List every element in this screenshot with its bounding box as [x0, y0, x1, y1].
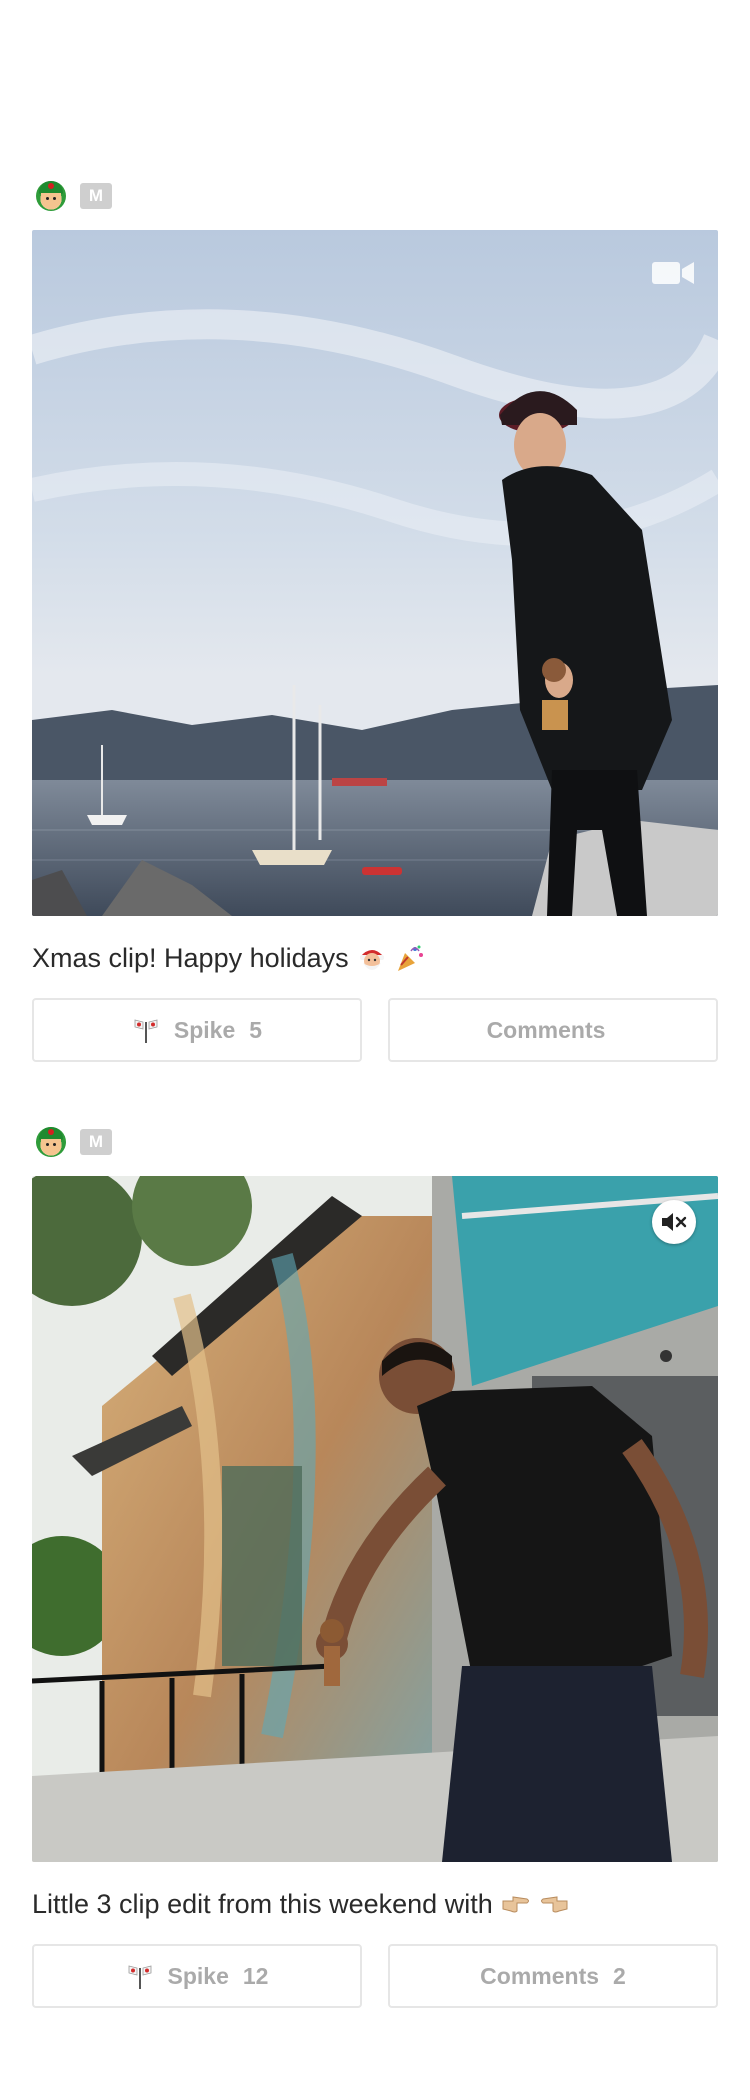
spike-button[interactable]: Spike 12 [32, 1944, 362, 2008]
kendama-spike-icon [128, 1965, 151, 1989]
pointing-right-emoji [502, 1896, 529, 1913]
spike-count: 5 [249, 1016, 263, 1043]
comments-count: 2 [613, 1962, 626, 1989]
user-avatar[interactable] [36, 181, 66, 211]
feed: M Xmas clip! Happy holidays Spike 5 Comm… [0, 0, 750, 2100]
post-header: M [36, 178, 718, 214]
post-caption: Little 3 clip edit from this weekend wit… [32, 1884, 718, 1924]
user-avatar[interactable] [36, 1127, 66, 1157]
comments-label: Comments [486, 1016, 606, 1043]
post: M [32, 1124, 718, 2008]
comments-button[interactable]: Comments 2 [388, 1944, 718, 2008]
kendama-spike-icon [134, 1019, 158, 1043]
caption-text: Xmas clip! Happy holidays [32, 942, 349, 973]
post-caption: Xmas clip! Happy holidays [32, 938, 718, 978]
santa-emoji [359, 950, 384, 970]
spike-count: 12 [242, 1962, 269, 1989]
spike-label: Spike [167, 1962, 229, 1989]
spike-button[interactable]: Spike 5 [32, 998, 362, 1062]
video-camera-icon [652, 262, 694, 284]
spike-label: Spike [173, 1016, 236, 1043]
post-actions: Spike 12 Comments 2 [32, 1944, 718, 2008]
post-header: M [36, 1124, 718, 1160]
comments-button[interactable]: Comments [388, 998, 718, 1062]
caption-text: Little 3 clip edit from this weekend wit… [32, 1888, 493, 1919]
post: M [32, 178, 718, 1062]
user-badge: M [80, 1129, 112, 1155]
pointing-left-emoji [540, 1896, 568, 1913]
post-video[interactable] [32, 230, 718, 916]
mute-button[interactable] [652, 1200, 696, 1244]
video-thumbnail [32, 230, 718, 916]
user-badge: M [80, 183, 112, 209]
post-video[interactable] [32, 1176, 718, 1862]
post-actions: Spike 5 Comments [32, 998, 718, 1062]
mute-icon [662, 1213, 687, 1231]
video-thumbnail [32, 1176, 718, 1862]
party-popper-emoji [397, 945, 423, 971]
comments-label: Comments [480, 1962, 600, 1989]
